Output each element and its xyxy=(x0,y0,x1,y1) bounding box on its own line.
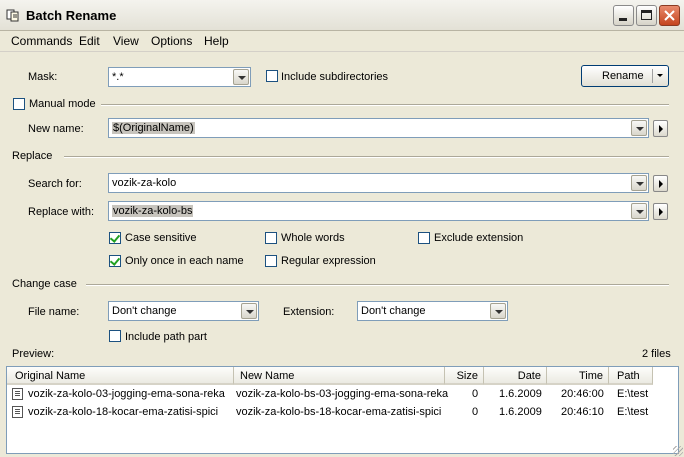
only-once-label: Only once in each name xyxy=(125,255,244,267)
separator xyxy=(101,104,669,106)
extension-case-label: Extension: xyxy=(283,306,335,318)
date-cell: 1.6.2009 xyxy=(499,388,542,400)
path-cell: E:\test xyxy=(617,388,649,400)
include-path-part-checkbox[interactable] xyxy=(109,330,121,342)
path-cell: E:\test xyxy=(617,406,649,418)
search-for-value: vozik-za-kolo xyxy=(112,177,177,189)
table-row[interactable]: vozik-za-kolo-03-jogging-ema-sona-reka v… xyxy=(7,386,667,404)
menu-bar xyxy=(0,31,684,52)
column-header-path[interactable]: Path xyxy=(609,367,653,385)
column-header-original-name[interactable]: Original Name xyxy=(7,367,234,385)
column-header-date[interactable]: Date xyxy=(484,367,547,385)
new-name-cell: vozik-za-kolo-bs-03-jogging-ema-sona-rek… xyxy=(236,388,449,400)
maximize-button[interactable] xyxy=(636,5,657,26)
preview-table[interactable]: Original Name New Name Size Date Time Pa… xyxy=(6,366,679,454)
mask-value: *.* xyxy=(112,71,124,83)
mask-combo[interactable]: *.* xyxy=(108,67,251,87)
menu-edit[interactable]: Edit xyxy=(79,34,100,48)
file-name-case-combo[interactable]: Don't change xyxy=(108,301,259,321)
extension-case-combo[interactable]: Don't change xyxy=(357,301,508,321)
replace-with-value: vozik-za-kolo-bs xyxy=(112,205,194,217)
file-icon xyxy=(12,388,23,400)
resize-grip[interactable] xyxy=(673,446,683,456)
chevron-down-icon[interactable] xyxy=(631,203,647,219)
new-name-combo[interactable]: $(OriginalName) xyxy=(108,118,649,138)
file-name-case-label: File name: xyxy=(28,306,80,318)
size-cell: 0 xyxy=(472,388,479,400)
whole-words-label: Whole words xyxy=(281,232,345,244)
extension-case-value: Don't change xyxy=(361,305,426,317)
manual-mode-label: Manual mode xyxy=(29,98,96,110)
column-header-new-name[interactable]: New Name xyxy=(234,367,445,385)
replace-with-label: Replace with: xyxy=(28,206,95,218)
minimize-icon xyxy=(619,18,627,21)
whole-words-checkbox[interactable] xyxy=(265,232,277,244)
close-icon xyxy=(664,10,675,21)
replace-section-label: Replace xyxy=(12,150,53,162)
time-cell: 20:46:10 xyxy=(561,406,604,418)
column-header-size[interactable]: Size xyxy=(445,367,484,385)
original-name-cell: vozik-za-kolo-18-kocar-ema-zatisi-spici xyxy=(28,406,219,418)
close-button[interactable] xyxy=(659,5,680,26)
separator xyxy=(64,156,669,158)
replace-with-combo[interactable]: vozik-za-kolo-bs xyxy=(108,201,649,221)
include-subdirectories-checkbox[interactable] xyxy=(266,70,278,82)
separator xyxy=(86,284,669,286)
new-name-label: New name: xyxy=(28,123,84,135)
split-divider xyxy=(652,69,653,83)
size-cell: 0 xyxy=(472,406,479,418)
case-sensitive-label: Case sensitive xyxy=(125,232,197,244)
search-for-insert-button[interactable] xyxy=(653,175,668,192)
window-title: Batch Rename xyxy=(26,8,117,23)
column-header-time[interactable]: Time xyxy=(547,367,609,385)
change-case-section-label: Change case xyxy=(12,278,77,290)
new-name-cell: vozik-za-kolo-bs-18-kocar-ema-zatisi-spi… xyxy=(236,406,442,418)
only-once-checkbox[interactable] xyxy=(109,255,121,267)
chevron-down-icon[interactable] xyxy=(241,303,257,319)
rename-button-label: Rename xyxy=(602,70,644,82)
include-path-part-label: Include path part xyxy=(125,331,207,343)
chevron-down-icon[interactable] xyxy=(490,303,506,319)
dropdown-arrow-icon[interactable] xyxy=(657,74,663,77)
replace-with-insert-button[interactable] xyxy=(653,203,668,220)
chevron-down-icon[interactable] xyxy=(631,120,647,136)
chevron-down-icon[interactable] xyxy=(233,69,249,85)
regular-expression-checkbox[interactable] xyxy=(265,255,277,267)
table-row[interactable]: vozik-za-kolo-18-kocar-ema-zatisi-spici … xyxy=(7,404,667,422)
regular-expression-label: Regular expression xyxy=(281,255,376,267)
title-bar[interactable]: Batch Rename xyxy=(0,0,684,31)
exclude-extension-label: Exclude extension xyxy=(434,232,524,244)
maximize-icon xyxy=(641,10,652,20)
mask-label: Mask: xyxy=(28,71,58,83)
include-subdirectories-label: Include subdirectories xyxy=(281,71,389,83)
new-name-value: $(OriginalName) xyxy=(112,122,195,134)
menu-options[interactable]: Options xyxy=(151,34,192,48)
preview-label: Preview: xyxy=(12,348,55,360)
time-cell: 20:46:00 xyxy=(561,388,604,400)
manual-mode-checkbox[interactable] xyxy=(13,98,25,110)
exclude-extension-checkbox[interactable] xyxy=(418,232,430,244)
batch-rename-icon xyxy=(6,8,20,22)
menu-view[interactable]: View xyxy=(113,34,139,48)
date-cell: 1.6.2009 xyxy=(499,406,542,418)
original-name-cell: vozik-za-kolo-03-jogging-ema-sona-reka xyxy=(28,388,225,400)
search-for-combo[interactable]: vozik-za-kolo xyxy=(108,173,649,193)
file-name-case-value: Don't change xyxy=(112,305,177,317)
new-name-insert-button[interactable] xyxy=(653,120,668,137)
menu-commands[interactable]: Commands xyxy=(11,34,72,48)
file-icon xyxy=(12,406,23,418)
search-for-label: Search for: xyxy=(28,178,82,190)
menu-help[interactable]: Help xyxy=(204,34,229,48)
rename-button[interactable]: Rename xyxy=(581,65,669,87)
chevron-down-icon[interactable] xyxy=(631,175,647,191)
minimize-button[interactable] xyxy=(613,5,634,26)
case-sensitive-checkbox[interactable] xyxy=(109,232,121,244)
preview-file-count: 2 files xyxy=(642,348,671,360)
